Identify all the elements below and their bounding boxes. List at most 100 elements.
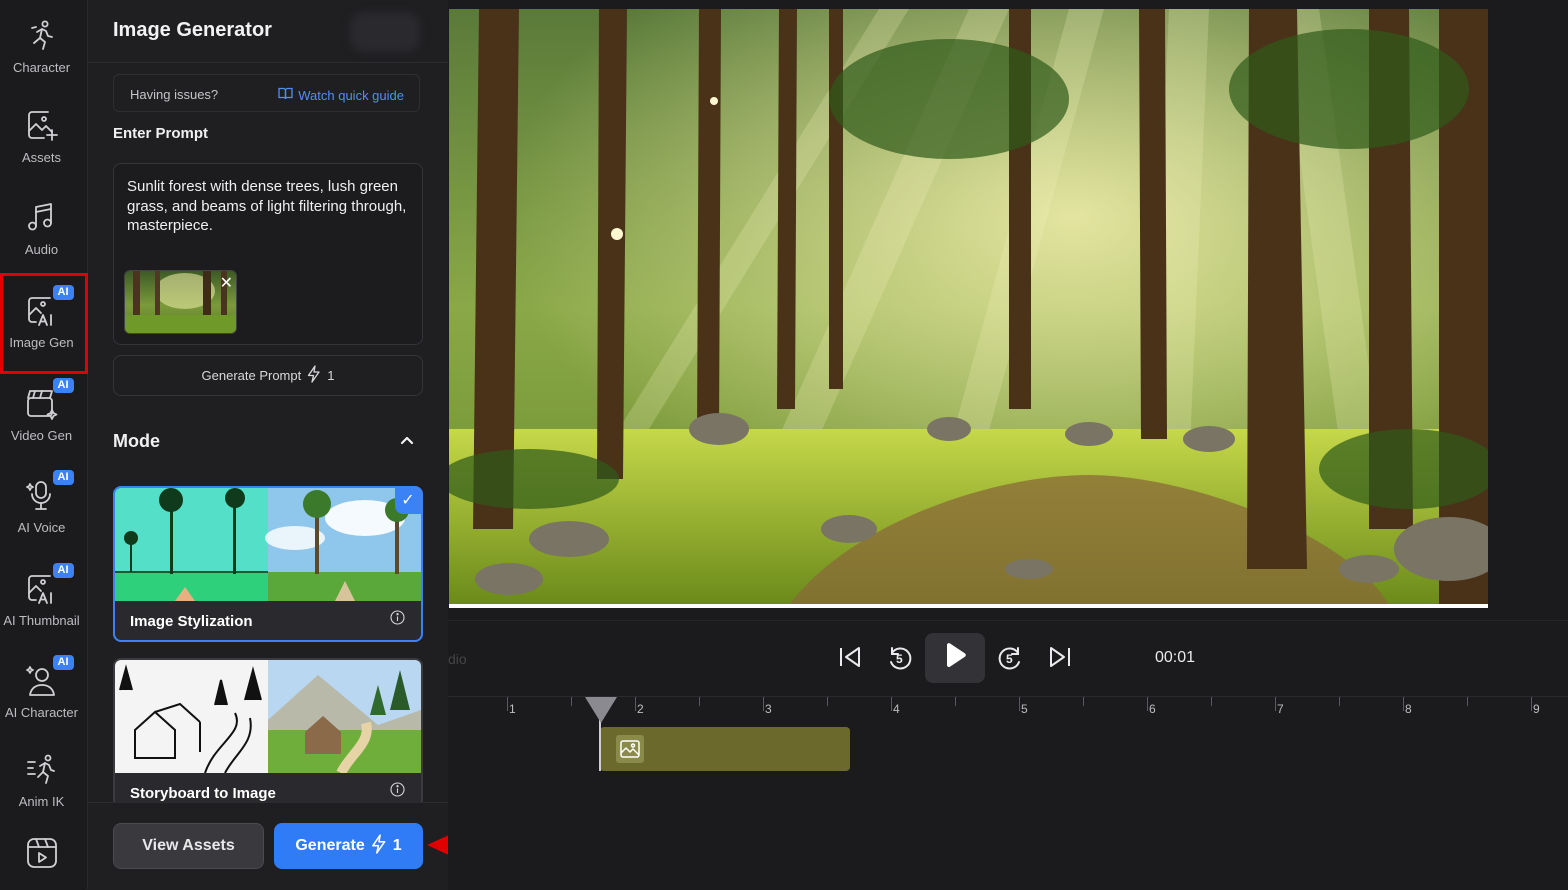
help-banner: Having issues? Watch quick guide xyxy=(113,74,420,112)
rail-item-label: Anim IK xyxy=(18,794,65,809)
divider xyxy=(88,62,448,63)
person-sparkle-icon: AI xyxy=(24,655,74,699)
rail-item-video-reel[interactable] xyxy=(0,835,83,871)
rail-item-assets[interactable]: Assets xyxy=(0,108,83,165)
ruler-tick xyxy=(507,697,508,711)
microphone-sparkle-icon: AI xyxy=(24,470,74,514)
rail-item-ai-thumbnail[interactable]: AI AI Thumbnail xyxy=(0,563,83,628)
remove-image-icon[interactable]: ✕ xyxy=(220,273,233,293)
ruler-tick xyxy=(763,697,764,711)
skip-to-start-button[interactable] xyxy=(830,635,870,683)
image-add-icon xyxy=(24,108,60,144)
rewind-5-button[interactable]: 5 xyxy=(880,635,920,683)
rail-item-audio[interactable]: Audio xyxy=(0,200,83,257)
generate-cost: 1 xyxy=(392,837,402,854)
mode-card-image-stylization[interactable]: ✓ Image Stylization xyxy=(113,486,423,642)
play-button[interactable] xyxy=(925,633,985,683)
rail-item-label: AI Thumbnail xyxy=(3,613,80,628)
playhead-handle[interactable] xyxy=(585,697,617,723)
image-clip[interactable] xyxy=(600,727,850,771)
ruler-tick xyxy=(1211,697,1212,706)
preview-progress-bar xyxy=(449,604,1488,608)
mode-preview-image xyxy=(115,660,421,776)
player-controls: dio 5 5 00:01 xyxy=(448,620,1568,697)
rail-item-anim-ik[interactable]: Anim IK xyxy=(0,752,83,809)
rail-item-label: Assets xyxy=(21,150,61,165)
skip-to-end-button[interactable] xyxy=(1040,635,1080,683)
video-reel-icon xyxy=(24,835,60,871)
ruler-tick xyxy=(699,697,700,706)
generate-prompt-cost: 1 xyxy=(327,368,335,383)
prompt-textarea[interactable]: Sunlit forest with dense trees, lush gre… xyxy=(113,163,423,345)
panel-action-bar: View Assets Generate 1 xyxy=(88,802,448,890)
rail-item-label: Character xyxy=(12,60,71,75)
ai-badge: AI xyxy=(52,563,74,578)
mode-card-storyboard-to-image[interactable]: Storyboard to Image xyxy=(113,658,423,808)
rewind-icon: 5 xyxy=(886,645,914,673)
character-run-icon xyxy=(24,18,60,54)
help-text: Having issues? xyxy=(130,87,219,102)
info-icon[interactable] xyxy=(390,782,405,797)
ai-image-icon: AI xyxy=(24,563,74,607)
prompt-text[interactable]: Sunlit forest with dense trees, lush gre… xyxy=(127,177,417,236)
forward-5-button[interactable]: 5 xyxy=(990,635,1030,683)
mode-name: Image Stylization xyxy=(130,613,253,630)
reference-image-thumbnail[interactable]: ✕ xyxy=(124,270,237,334)
skip-to-start-icon xyxy=(837,645,863,674)
watch-guide-label: Watch quick guide xyxy=(298,87,404,103)
blurred-header-control xyxy=(350,12,420,52)
ruler-label: 4 xyxy=(893,702,900,716)
rail-item-video-gen[interactable]: AI Video Gen xyxy=(0,378,83,443)
view-assets-button[interactable]: View Assets xyxy=(113,823,264,869)
ruler-label: 6 xyxy=(1149,702,1156,716)
rail-item-ai-voice[interactable]: AI AI Voice xyxy=(0,470,83,535)
generate-prompt-button[interactable]: Generate Prompt 1 xyxy=(113,355,423,396)
lightning-icon xyxy=(371,833,387,859)
active-item-highlight xyxy=(0,273,88,374)
image-generator-panel: Image Generator Having issues? Watch qui… xyxy=(88,0,448,890)
ai-badge: AI xyxy=(52,655,74,670)
running-figure-icon xyxy=(24,752,60,788)
timeline[interactable]: 1 2 3 4 5 6 7 8 9 xyxy=(448,696,1568,890)
forward-icon: 5 xyxy=(996,645,1024,673)
checkmark-icon: ✓ xyxy=(395,488,421,514)
ruler-tick xyxy=(1083,697,1084,706)
ruler-tick xyxy=(1147,697,1148,711)
rail-item-character[interactable]: Character xyxy=(0,18,83,75)
generate-button[interactable]: Generate 1 xyxy=(274,823,423,869)
ruler-tick xyxy=(1339,697,1340,706)
rail-item-label: Video Gen xyxy=(10,428,73,443)
ruler-label: 2 xyxy=(637,702,644,716)
watch-guide-link[interactable]: Watch quick guide xyxy=(278,87,404,103)
lightning-icon xyxy=(307,365,321,386)
generated-image-preview[interactable] xyxy=(449,9,1488,605)
mode-preview-image xyxy=(115,488,421,601)
ai-badge: AI xyxy=(52,378,74,393)
ruler-tick xyxy=(891,697,892,711)
prompt-heading: Enter Prompt xyxy=(113,125,209,142)
rail-item-label: Audio xyxy=(24,242,59,257)
info-icon[interactable] xyxy=(390,610,405,625)
rail-item-label: AI Voice xyxy=(17,520,66,535)
chevron-up-icon[interactable] xyxy=(399,432,415,448)
ruler-label: 7 xyxy=(1277,702,1284,716)
left-tool-rail: Character Assets Audio AI Image Gen AI V… xyxy=(0,0,88,889)
rewind-seconds: 5 xyxy=(896,652,903,666)
rail-item-label: AI Character xyxy=(5,705,78,720)
ruler-tick xyxy=(1275,697,1276,711)
rail-item-ai-character[interactable]: AI AI Character xyxy=(0,655,83,720)
image-icon xyxy=(616,735,644,763)
ruler-tick xyxy=(571,697,572,706)
ruler-label: 5 xyxy=(1021,702,1028,716)
current-time: 00:01 xyxy=(1155,649,1196,666)
audio-track-label: dio xyxy=(448,651,467,667)
panel-title: Image Generator xyxy=(113,19,272,41)
mode-name: Storyboard to Image xyxy=(130,785,276,802)
ruler-tick xyxy=(1467,697,1468,706)
ruler-label: 8 xyxy=(1405,702,1412,716)
play-icon xyxy=(942,642,968,675)
ruler-tick xyxy=(1531,697,1532,711)
generate-prompt-label: Generate Prompt xyxy=(201,368,302,383)
forward-seconds: 5 xyxy=(1006,652,1013,666)
ruler-tick xyxy=(635,697,636,711)
